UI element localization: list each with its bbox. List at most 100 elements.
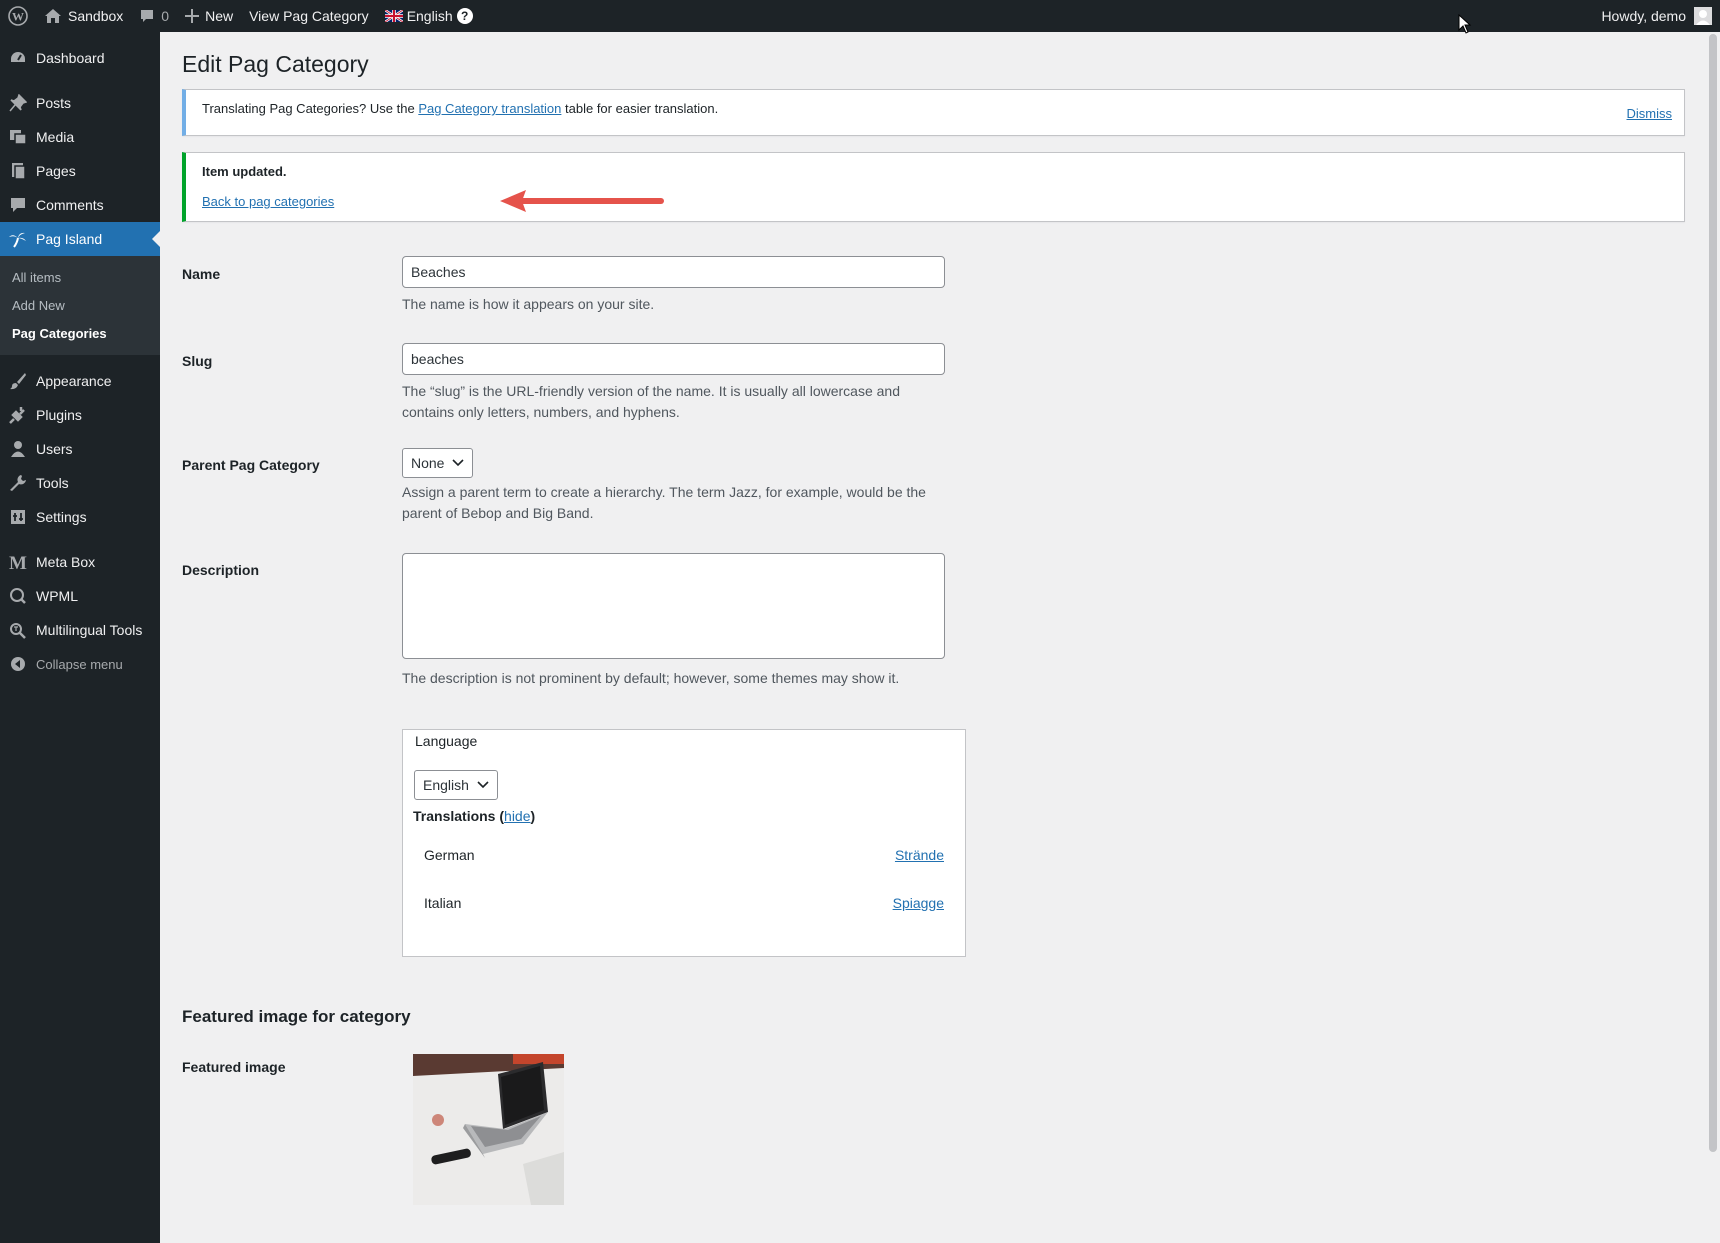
page-title: Edit Pag Category [182, 51, 369, 77]
menu-meta-box[interactable]: M Meta Box [0, 545, 160, 579]
avatar [1694, 7, 1712, 25]
translation-language: Italian [424, 895, 462, 911]
menu-label: Dashboard [36, 50, 105, 66]
submenu-add-new[interactable]: Add New [0, 291, 160, 319]
success-notice: Item updated. Back to pag categories [182, 152, 1685, 222]
page-scrollbar[interactable] [1706, 32, 1720, 1243]
wpml-icon [8, 586, 28, 606]
menu-label: Multilingual Tools [36, 622, 143, 638]
notice-suffix: table for easier translation. [561, 101, 719, 116]
menu-label: Comments [36, 197, 104, 213]
translation-language: German [424, 847, 475, 863]
slug-input[interactable]: beaches [402, 343, 945, 375]
submenu-all-items[interactable]: All items [0, 263, 160, 291]
plug-icon [8, 405, 28, 425]
home-icon [45, 9, 61, 23]
wordpress-logo-icon[interactable]: W [0, 0, 36, 32]
language-select[interactable]: English [414, 770, 498, 800]
menu-label: WPML [36, 588, 78, 604]
pages-icon [8, 161, 28, 181]
translation-link-italian[interactable]: Spiagge [893, 895, 944, 911]
parent-description: Assign a parent term to create a hierarc… [402, 484, 926, 521]
menu-label: Settings [36, 509, 87, 525]
description-label: Description [182, 562, 260, 578]
notice-prefix: Translating Pag Categories? Use the [202, 101, 419, 116]
menu-posts[interactable]: Posts [0, 86, 160, 120]
menu-multilingual-tools[interactable]: Multilingual Tools [0, 613, 160, 647]
language-title: Language [415, 733, 478, 749]
collapse-menu-button[interactable]: Collapse menu [0, 647, 160, 681]
menu-wpml[interactable]: WPML [0, 579, 160, 613]
submenu-pag-categories[interactable]: Pag Categories [0, 319, 160, 347]
settings-icon [8, 507, 28, 527]
menu-label: Meta Box [36, 554, 96, 570]
menu-label: Appearance [36, 373, 112, 389]
pin-icon [8, 93, 28, 113]
mouse-cursor-icon [1458, 14, 1472, 34]
palm-tree-icon [8, 229, 28, 249]
help-icon[interactable]: ? [456, 8, 473, 24]
translation-row: German Strände [424, 847, 944, 863]
annotation-arrow [500, 190, 664, 212]
translation-notice-text: Translating Pag Categories? Use the Pag … [202, 101, 718, 116]
language-select-value: English [423, 777, 469, 793]
menu-pages[interactable]: Pages [0, 154, 160, 188]
comments-link[interactable]: 0 [131, 0, 177, 32]
translation-table-link[interactable]: Pag Category translation [418, 101, 561, 116]
menu-label: Pag Island [36, 231, 103, 247]
new-content-link[interactable]: New [177, 0, 241, 32]
language-switcher[interactable]: English ? [377, 0, 481, 32]
scrollbar-thumb[interactable] [1709, 34, 1717, 1152]
wrench-icon [8, 473, 28, 493]
collapse-label: Collapse menu [36, 656, 123, 672]
menu-appearance[interactable]: Appearance [0, 364, 160, 398]
menu-label: Users [36, 441, 73, 457]
hide-translations-link[interactable]: hide [504, 808, 530, 824]
menu-settings[interactable]: Settings [0, 500, 160, 534]
success-message: Item updated. [202, 164, 287, 179]
name-input[interactable]: Beaches [402, 256, 945, 288]
comments-count: 0 [161, 8, 170, 24]
translation-link-german[interactable]: Strände [895, 847, 944, 863]
slug-label: Slug [182, 353, 213, 369]
name-label: Name [182, 266, 221, 282]
menu-label: Pages [36, 163, 76, 179]
featured-image-label: Featured image [182, 1059, 286, 1075]
multilingual-icon [8, 620, 28, 640]
howdy-label: Howdy, demo [1601, 8, 1686, 24]
language-label: English [406, 8, 453, 24]
featured-image-thumbnail[interactable] [413, 1054, 564, 1205]
language-metabox: Language English Translations (hide) Ger… [402, 729, 966, 957]
user-account-menu[interactable]: Howdy, demo [1593, 0, 1720, 32]
menu-tools[interactable]: Tools [0, 466, 160, 500]
chevron-down-icon [477, 781, 489, 789]
menu-users[interactable]: Users [0, 432, 160, 466]
translations-label: Translations [413, 808, 496, 824]
menu-comments[interactable]: Comments [0, 188, 160, 222]
new-label: New [205, 8, 234, 24]
svg-text:M: M [9, 553, 27, 571]
parent-select[interactable]: None [402, 448, 474, 478]
menu-media[interactable]: Media [0, 120, 160, 154]
menu-dashboard[interactable]: Dashboard [0, 41, 160, 75]
menu-label: Tools [36, 475, 69, 491]
back-to-categories-link[interactable]: Back to pag categories [202, 194, 334, 209]
menu-pag-island[interactable]: Pag Island [0, 222, 160, 256]
pag-island-submenu: All items Add New Pag Categories [0, 256, 160, 355]
metabox-icon: M [8, 552, 28, 572]
featured-section-title: Featured image for category [182, 1007, 411, 1026]
brush-icon [8, 371, 28, 391]
menu-plugins[interactable]: Plugins [0, 398, 160, 432]
admin-sidebar: Dashboard Posts Media Pages Comments Pag… [0, 32, 160, 1243]
dismiss-link[interactable]: Dismiss [1627, 106, 1673, 121]
collapse-arrow-icon [8, 654, 28, 674]
parent-select-value: None [411, 455, 445, 471]
laptop-photo [413, 1054, 564, 1205]
description-help: The description is not prominent by defa… [402, 670, 900, 686]
description-textarea[interactable] [402, 553, 945, 659]
site-name-link[interactable]: Sandbox [36, 0, 131, 32]
parent-label: Parent Pag Category [182, 457, 320, 473]
comment-icon [8, 195, 28, 215]
view-category-link[interactable]: View Pag Category [241, 0, 377, 32]
translation-row: Italian Spiagge [424, 895, 944, 911]
